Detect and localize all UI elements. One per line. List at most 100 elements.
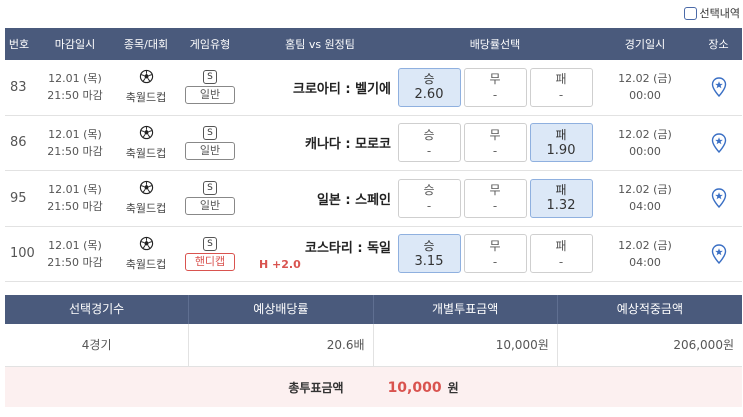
selection-history-checkbox[interactable]: [683, 6, 697, 20]
odd-button-draw[interactable]: 무 -: [463, 123, 527, 163]
team-names: 크로아티 : 벨기에: [293, 81, 391, 97]
team-names: 코스타리 : 독일: [304, 240, 391, 256]
odd-button-lose[interactable]: 패 1.32: [529, 178, 593, 218]
total-bet-unit: 원: [447, 380, 459, 395]
soccer-ball-icon: [139, 180, 154, 198]
game-datetime: 12.02 (금) 04:00: [595, 237, 695, 271]
league-label: 축월드컵: [125, 146, 167, 160]
header-game-date: 경기일시: [624, 38, 666, 51]
sport-badge: S: [203, 125, 217, 140]
match-number: 100: [10, 246, 35, 262]
summary-values: 4경기 20.6배 10,000원 206,000원: [5, 324, 742, 367]
odd-label: 승: [423, 72, 435, 87]
odd-button-lose[interactable]: 패 -: [529, 67, 593, 107]
odd-value: -: [492, 199, 498, 214]
summary-header-payout: 예상적중금액: [616, 302, 683, 316]
odd-value: 1.32: [546, 198, 576, 214]
odd-label: 패: [555, 183, 567, 198]
game-time: 04:00: [629, 255, 661, 269]
header-no: 번호: [8, 38, 30, 51]
odd-label: 패: [555, 127, 567, 142]
header-game-type: 게임유형: [189, 38, 231, 51]
odd-value: 1.90: [546, 142, 576, 158]
game-datetime: 12.02 (금) 04:00: [595, 181, 695, 215]
summary-header: 선택경기수 예상배당률 개별투표금액 예상적중금액: [5, 295, 742, 324]
odd-button-lose[interactable]: 패 -: [529, 234, 593, 274]
odd-value: 2.60: [414, 87, 444, 103]
odds-selector: 승 - 무 - 패 1.90: [395, 123, 595, 163]
header-place: 장소: [708, 38, 729, 51]
location-pin-icon[interactable]: [695, 244, 742, 264]
odd-button-draw[interactable]: 무 -: [463, 234, 527, 274]
odd-button-lose[interactable]: 패 1.90: [529, 123, 593, 163]
game-date: 12.02 (금): [618, 127, 672, 141]
deadline-time: 21:50 마감: [47, 200, 103, 214]
odd-label: 패: [555, 72, 567, 87]
deadline: 12.01 (목) 21:50 마감: [33, 126, 117, 160]
odds-selector: 승 - 무 - 패 1.32: [395, 178, 595, 218]
odd-button-win[interactable]: 승 -: [397, 123, 461, 163]
soccer-ball-icon: [139, 125, 154, 143]
game-datetime: 12.02 (금) 00:00: [595, 126, 695, 160]
match-number: 86: [10, 135, 27, 151]
summary-odds: 20.6배: [189, 324, 374, 366]
deadline-time: 21:50 마감: [47, 144, 103, 158]
table-row: 95 12.01 (목) 21:50 마감 축월드컵 S 일반 일본 : 스페인…: [5, 171, 742, 227]
summary-payout: 206,000원: [673, 338, 734, 352]
odd-label: 승: [423, 183, 435, 198]
game-type-badge: 일반: [185, 141, 235, 160]
deadline-date: 12.01 (목): [48, 183, 102, 197]
game-type: S 핸디캡: [175, 236, 245, 271]
location-pin-icon[interactable]: [695, 188, 742, 209]
team-names: 일본 : 스페인: [316, 192, 391, 208]
odd-button-win[interactable]: 승 -: [397, 178, 461, 218]
odd-button-draw[interactable]: 무 -: [463, 67, 527, 107]
teams: 크로아티 : 벨기에: [245, 78, 395, 97]
odd-value: 3.15: [414, 253, 444, 269]
odds-selector: 승 2.60 무 - 패 -: [395, 67, 595, 107]
odd-value: -: [426, 199, 432, 214]
selection-history-toggle[interactable]: 선택내역: [683, 4, 740, 22]
odd-label: 승: [423, 127, 435, 142]
odd-label: 무: [489, 72, 501, 87]
odd-value: -: [492, 88, 498, 103]
total-bet-label: 총투표금액: [288, 380, 344, 395]
location-pin-icon[interactable]: [695, 77, 742, 98]
soccer-ball-icon: [139, 236, 154, 254]
summary-table: 선택경기수 예상배당률 개별투표금액 예상적중금액 4경기 20.6배 10,0…: [5, 295, 742, 407]
odd-button-win[interactable]: 승 3.15: [397, 234, 461, 274]
deadline-date: 12.01 (목): [48, 72, 102, 86]
handicap-value: H +2.0: [259, 257, 301, 271]
odd-button-draw[interactable]: 무 -: [463, 178, 527, 218]
location-pin-icon[interactable]: [695, 133, 742, 153]
summary-header-count: 선택경기수: [5, 295, 190, 324]
odd-label: 패: [555, 238, 567, 253]
game-type: S 일반: [175, 70, 245, 105]
sport-badge: S: [203, 70, 217, 85]
table-row: 83 12.01 (목) 21:50 마감 축월드컵 S 일반 크로아티 : 벨…: [5, 60, 742, 116]
match-number: 95: [10, 190, 27, 206]
game-type-badge: 일반: [185, 197, 235, 216]
odd-value: -: [558, 88, 564, 103]
odd-value: -: [426, 143, 432, 158]
header-odds: 배당률선택: [469, 38, 521, 51]
header-teams: 홈팀 vs 원정팀: [285, 38, 355, 51]
selection-history-label: 선택내역: [699, 7, 740, 20]
odd-button-win[interactable]: 승 2.60: [397, 67, 461, 107]
sport-league: 축월드컵: [117, 69, 175, 105]
odd-label: 무: [489, 183, 501, 198]
deadline: 12.01 (목) 21:50 마감: [33, 70, 117, 104]
game-datetime: 12.02 (금) 00:00: [595, 70, 695, 104]
game-time: 00:00: [629, 144, 661, 158]
soccer-ball-icon: [139, 69, 154, 87]
sport-league: 축월드컵: [117, 180, 175, 216]
summary-header-odds: 예상배당률: [189, 295, 374, 324]
header-sport: 종목/대회: [123, 38, 169, 51]
summary-stake: 10,000원: [374, 324, 558, 366]
game-date: 12.02 (금): [618, 72, 672, 86]
summary-header-stake: 개별투표금액: [374, 295, 558, 324]
match-number: 83: [10, 79, 27, 95]
deadline: 12.01 (목) 21:50 마감: [33, 237, 117, 271]
game-time: 04:00: [629, 200, 661, 214]
odd-value: -: [492, 254, 498, 269]
